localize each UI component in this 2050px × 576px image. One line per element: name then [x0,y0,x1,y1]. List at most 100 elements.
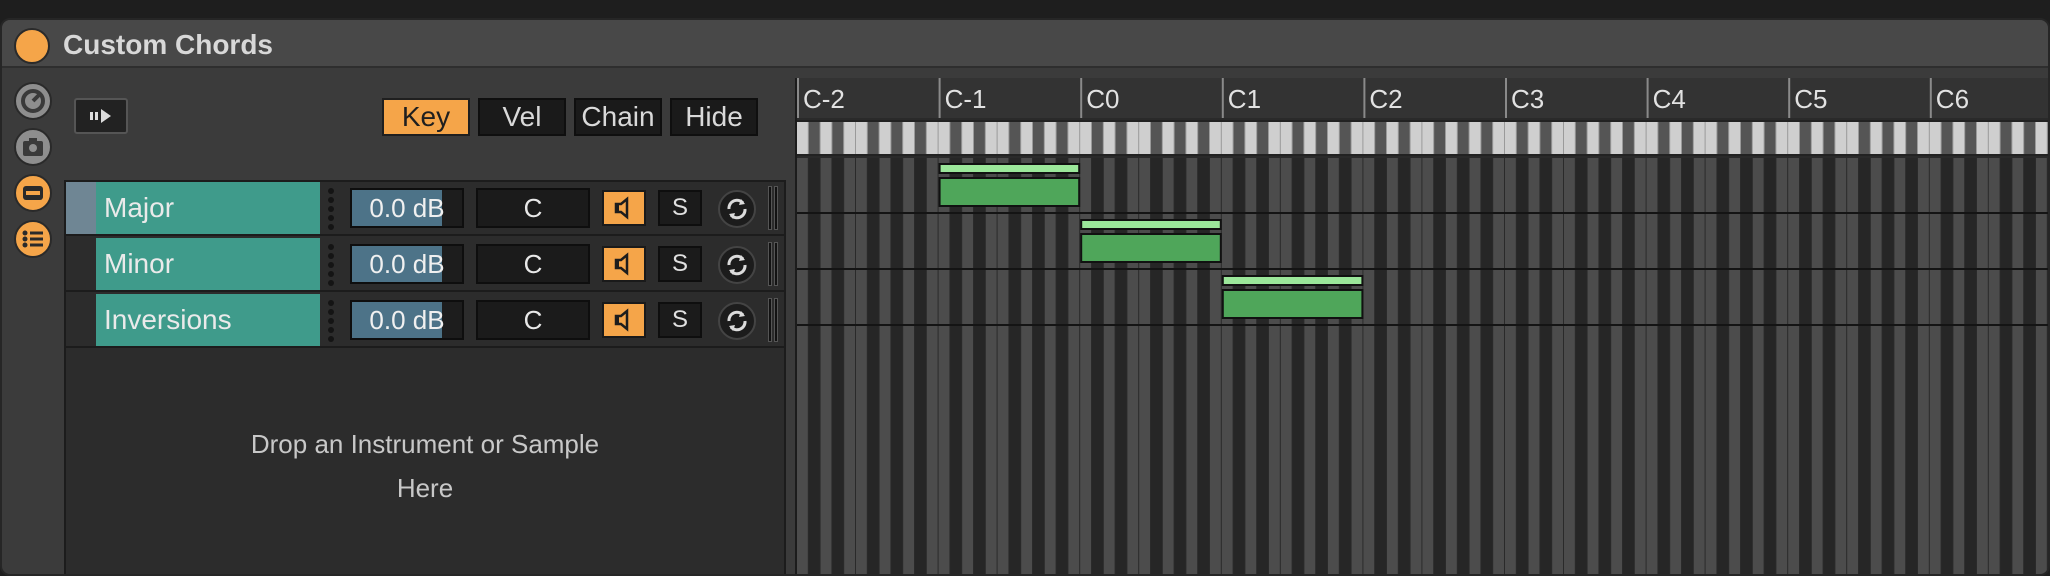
chain-activator-button[interactable] [602,246,646,282]
grid-column [797,158,808,574]
chain-row[interactable]: Major 0.0 dB C S [66,182,784,236]
drop-hint[interactable]: Drop an Instrument or Sample Here [66,422,784,510]
chain-name[interactable]: Major [96,182,320,234]
key-zone-editor[interactable]: C-2 C-1 C0 C1 C2 C3 C4 C5 C6 [795,78,2048,574]
chain-select-strip[interactable] [66,182,96,234]
hot-swap-icon[interactable] [718,190,756,228]
white-key [1870,122,1882,154]
grid-column [1021,158,1032,574]
key-zone-bar [1221,289,1364,319]
grid-column [856,158,867,574]
black-key [1859,122,1870,154]
key-fade-bar [1080,219,1222,230]
chain-volume-slider[interactable]: 0.0 dB [350,244,464,284]
chain-name[interactable]: Inversions [96,294,320,346]
grid-column [1387,158,1398,574]
white-key [1139,122,1150,154]
grid-column [1882,158,1894,574]
white-key [1044,122,1056,154]
white-key [2036,122,2047,154]
zone-grid[interactable] [797,158,2048,574]
grid-column [950,158,962,574]
chain-select-strip[interactable] [66,238,96,290]
auto-select-button[interactable] [74,98,128,134]
white-key [1304,122,1316,154]
keyboard-strip[interactable] [797,120,2048,156]
chain-key-field[interactable]: C [476,244,590,284]
grid-column [844,158,855,574]
black-key [1941,122,1953,154]
grid-column [1233,158,1245,574]
tab-chain[interactable]: Chain [574,98,662,136]
white-key [1894,122,1906,154]
drag-handle-icon[interactable] [328,188,334,230]
speaker-icon [614,308,629,332]
grid-column [1729,158,1740,574]
tab-vel[interactable]: Vel [478,98,566,136]
grid-column [1516,158,1528,574]
white-key [1729,122,1740,154]
device-title-bar[interactable]: Custom Chords [2,20,2048,68]
hot-swap-icon[interactable] [718,246,756,284]
grid-column [891,158,903,574]
chain-view-icon[interactable] [14,174,52,212]
black-key [2000,122,2012,154]
chain-key-field[interactable]: C [476,300,590,340]
chain-list-panel: Key Vel Chain Hide Major 0.0 dB C S Mino… [64,78,786,574]
white-key [844,122,855,154]
hot-swap-icon[interactable] [718,302,756,340]
chain-row[interactable]: Inversions 0.0 dB C S [66,294,784,348]
black-key [1516,122,1528,154]
grid-column [1941,158,1953,574]
chain-solo-button[interactable]: S [658,190,702,226]
snapshot-icon[interactable] [14,128,52,166]
grid-column [1434,158,1445,574]
key-fade-bar [938,163,1081,174]
grid-column [1918,158,1929,574]
black-key [1658,122,1670,154]
chain-volume-slider[interactable]: 0.0 dB [350,188,464,228]
macro-knob-icon[interactable] [14,82,52,120]
chain-solo-button[interactable]: S [658,246,702,282]
white-key [1929,122,1941,154]
chain-activator-button[interactable] [602,302,646,338]
white-key [1162,122,1174,154]
grid-column [1410,158,1422,574]
grid-column [1552,158,1563,574]
white-key [1387,122,1398,154]
black-key [1398,122,1410,154]
grid-column [1257,158,1268,574]
tab-key[interactable]: Key [382,98,470,136]
chain-name[interactable]: Minor [96,238,320,290]
drag-handle-icon[interactable] [328,300,334,342]
list-view-icon[interactable] [14,220,52,258]
white-key [879,122,891,154]
white-key [1587,122,1599,154]
grid-column [962,158,973,574]
chain-list[interactable]: Major 0.0 dB C S Minor 0.0 dB C S Invers… [64,180,786,574]
white-key [1328,122,1339,154]
tab-hide[interactable]: Hide [670,98,758,136]
chain-solo-button[interactable]: S [658,302,702,338]
grid-column [2012,158,2024,574]
chain-volume-slider[interactable]: 0.0 dB [350,300,464,340]
white-key [1021,122,1032,154]
white-key [1103,122,1115,154]
drop-hint-line: Here [396,473,454,503]
black-key [891,122,903,154]
black-key [915,122,926,154]
chain-select-strip[interactable] [66,294,96,346]
chain-activator-button[interactable] [602,190,646,226]
black-key [1823,122,1835,154]
white-key [985,122,997,154]
grid-column [903,158,914,574]
white-key [1127,122,1139,154]
octave-ruler[interactable]: C-2 C-1 C0 C1 C2 C3 C4 C5 C6 [797,78,2048,118]
chain-row[interactable]: Minor 0.0 dB C S [66,238,784,292]
chain-key-field[interactable]: C [476,188,590,228]
grid-column [1693,158,1705,574]
device-power-button[interactable] [14,28,50,64]
drag-handle-icon[interactable] [328,244,334,286]
level-meter [768,242,780,286]
grid-column [1009,158,1021,574]
